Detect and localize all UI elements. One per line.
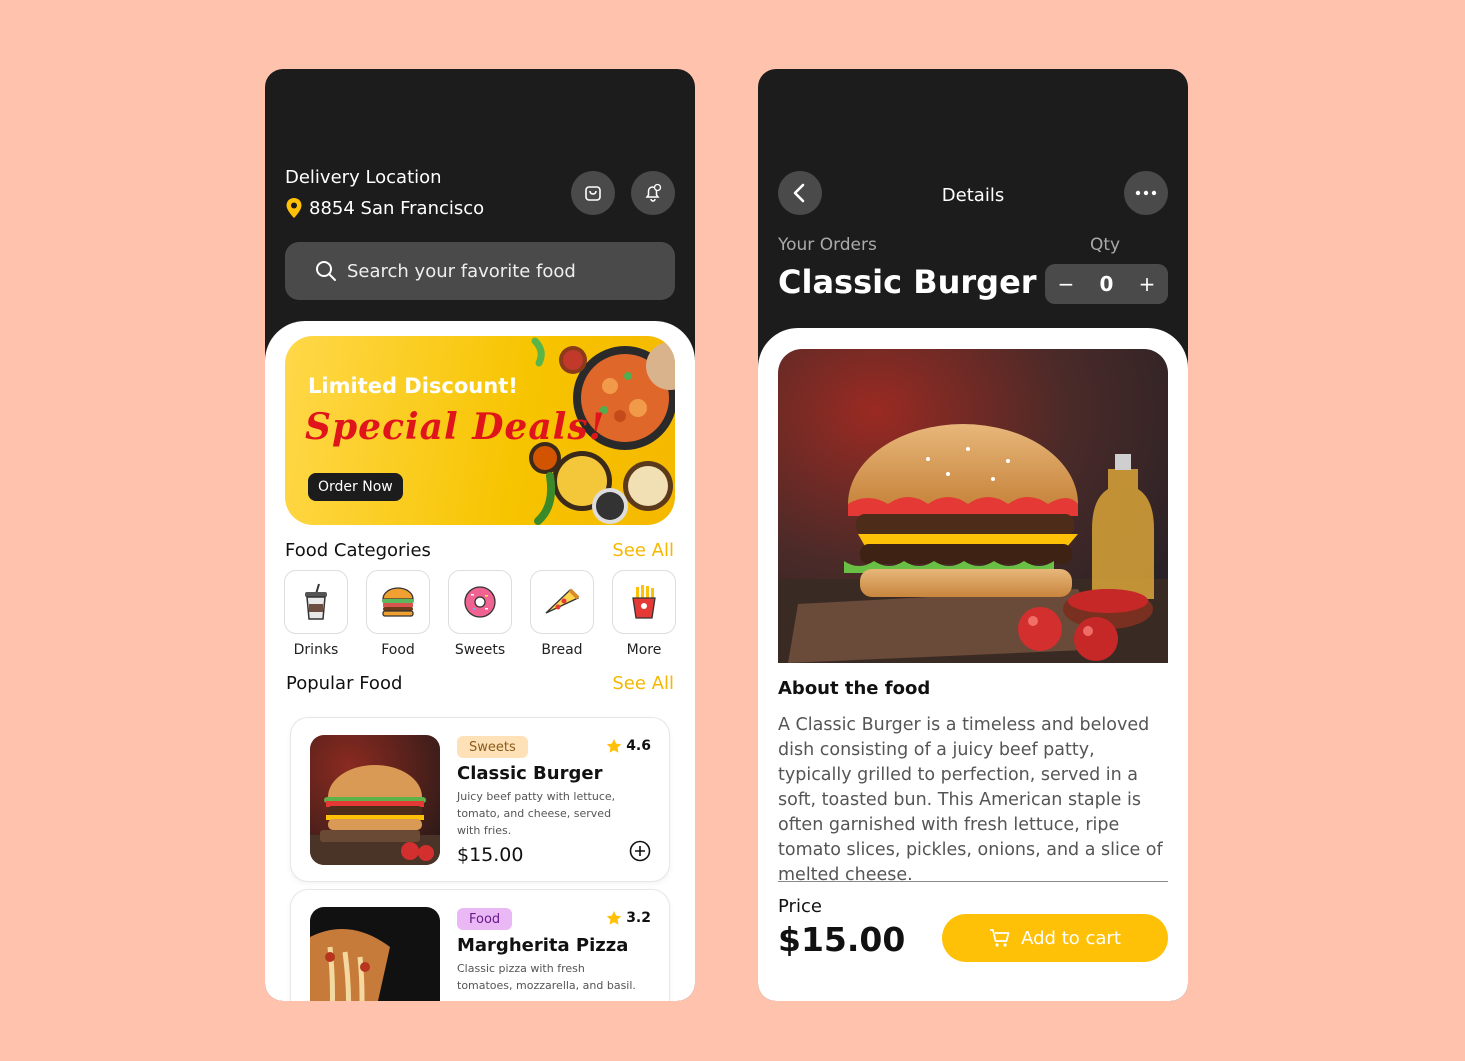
promo-banner[interactable]: Limited Discount! Special Deals! Order N… bbox=[285, 336, 675, 525]
add-to-cart-button[interactable]: Add to cart bbox=[942, 914, 1168, 962]
home-screen: Delivery Location 8854 San Francisco Sea… bbox=[265, 69, 695, 1001]
qty-label: Qty bbox=[1090, 235, 1121, 255]
star-icon bbox=[606, 911, 622, 925]
details-screen: Details Your Orders Qty Classic Burger −… bbox=[758, 69, 1188, 1001]
rating-value: 4.6 bbox=[626, 738, 651, 754]
banner-subheadline: Special Deals! bbox=[305, 406, 606, 448]
pizza-photo bbox=[310, 907, 440, 1001]
food-name: Classic Burger bbox=[457, 763, 603, 784]
price-value: $15.00 bbox=[778, 920, 906, 959]
bell-icon bbox=[645, 183, 662, 202]
popular-food-title: Popular Food bbox=[286, 673, 403, 694]
category-food[interactable]: Food bbox=[366, 570, 430, 658]
rating: 4.6 bbox=[606, 738, 651, 754]
category-label: Food bbox=[381, 642, 415, 658]
food-name: Margherita Pizza bbox=[457, 935, 629, 956]
qty-decrement-button[interactable]: − bbox=[1058, 272, 1075, 296]
category-tag: Food bbox=[457, 908, 513, 930]
about-food-description: A Classic Burger is a timeless and belov… bbox=[778, 715, 1163, 885]
category-label: Drinks bbox=[293, 642, 339, 658]
food-card[interactable]: Sweets 4.6 Classic Burger Juicy beef pat… bbox=[290, 717, 670, 882]
more-options-button[interactable] bbox=[1124, 171, 1168, 215]
location-pin-icon bbox=[286, 198, 302, 218]
notification-button[interactable] bbox=[631, 171, 675, 215]
food-price: $15.00 bbox=[457, 844, 524, 866]
food-categories-title: Food Categories bbox=[285, 540, 431, 561]
category-label: More bbox=[626, 642, 662, 658]
category-label: Sweets bbox=[454, 642, 506, 658]
food-description: Classic pizza with fresh tomatoes, mozza… bbox=[457, 962, 636, 992]
category-label: Bread bbox=[541, 642, 583, 658]
delivery-location[interactable]: 8854 San Francisco bbox=[285, 197, 484, 219]
star-icon bbox=[606, 739, 622, 753]
search-placeholder: Search your favorite food bbox=[347, 260, 576, 282]
category-bread[interactable]: Bread bbox=[530, 570, 594, 658]
order-now-button[interactable]: Order Now bbox=[308, 473, 403, 501]
divider bbox=[778, 881, 1168, 882]
add-circle-icon[interactable] bbox=[629, 840, 651, 862]
fries-icon bbox=[632, 585, 656, 619]
qty-increment-button[interactable]: + bbox=[1139, 272, 1156, 296]
food-card[interactable]: Food 3.2 Margherita Pizza Classic pizza … bbox=[290, 889, 670, 1001]
category-more[interactable]: More bbox=[612, 570, 676, 658]
food-description: Juicy beef patty with lettuce, tomato, a… bbox=[457, 790, 616, 837]
cart-button[interactable] bbox=[571, 171, 615, 215]
categories-see-all-link[interactable]: See All bbox=[612, 540, 674, 561]
banner-headline: Limited Discount! bbox=[308, 374, 518, 398]
search-icon bbox=[316, 261, 336, 281]
shopping-bag-icon bbox=[585, 186, 601, 201]
quantity-stepper[interactable]: − 0 + bbox=[1045, 264, 1168, 304]
food-hero-image bbox=[778, 349, 1168, 663]
popular-see-all-link[interactable]: See All bbox=[612, 673, 674, 694]
donut-icon bbox=[464, 586, 496, 618]
search-input[interactable]: Search your favorite food bbox=[285, 242, 675, 300]
your-orders-label: Your Orders bbox=[778, 235, 877, 255]
burger-photo bbox=[310, 735, 440, 865]
rating-value: 3.2 bbox=[626, 910, 651, 926]
details-content: About the food A Classic Burger is a tim… bbox=[758, 328, 1188, 1001]
delivery-address: 8854 San Francisco bbox=[309, 197, 485, 219]
food-image bbox=[310, 735, 440, 865]
about-food-title: About the food bbox=[778, 678, 931, 699]
price-label: Price bbox=[778, 896, 822, 917]
more-horizontal-icon bbox=[1135, 190, 1157, 196]
pizza-slice-icon bbox=[545, 588, 580, 614]
cart-icon bbox=[990, 929, 1010, 947]
burger-photo bbox=[778, 349, 1168, 663]
category-drinks[interactable]: Drinks bbox=[284, 570, 348, 658]
drink-cup-icon bbox=[305, 583, 327, 620]
item-title: Classic Burger bbox=[778, 263, 1037, 301]
qty-value: 0 bbox=[1099, 272, 1114, 296]
category-tag: Sweets bbox=[457, 736, 528, 758]
home-content: Limited Discount! Special Deals! Order N… bbox=[265, 321, 695, 1001]
food-image bbox=[310, 907, 440, 1001]
burger-icon bbox=[382, 587, 414, 617]
delivery-location-label: Delivery Location bbox=[285, 167, 442, 188]
add-to-cart-label: Add to cart bbox=[1021, 927, 1121, 949]
rating: 3.2 bbox=[606, 910, 651, 926]
category-sweets[interactable]: Sweets bbox=[448, 570, 512, 658]
